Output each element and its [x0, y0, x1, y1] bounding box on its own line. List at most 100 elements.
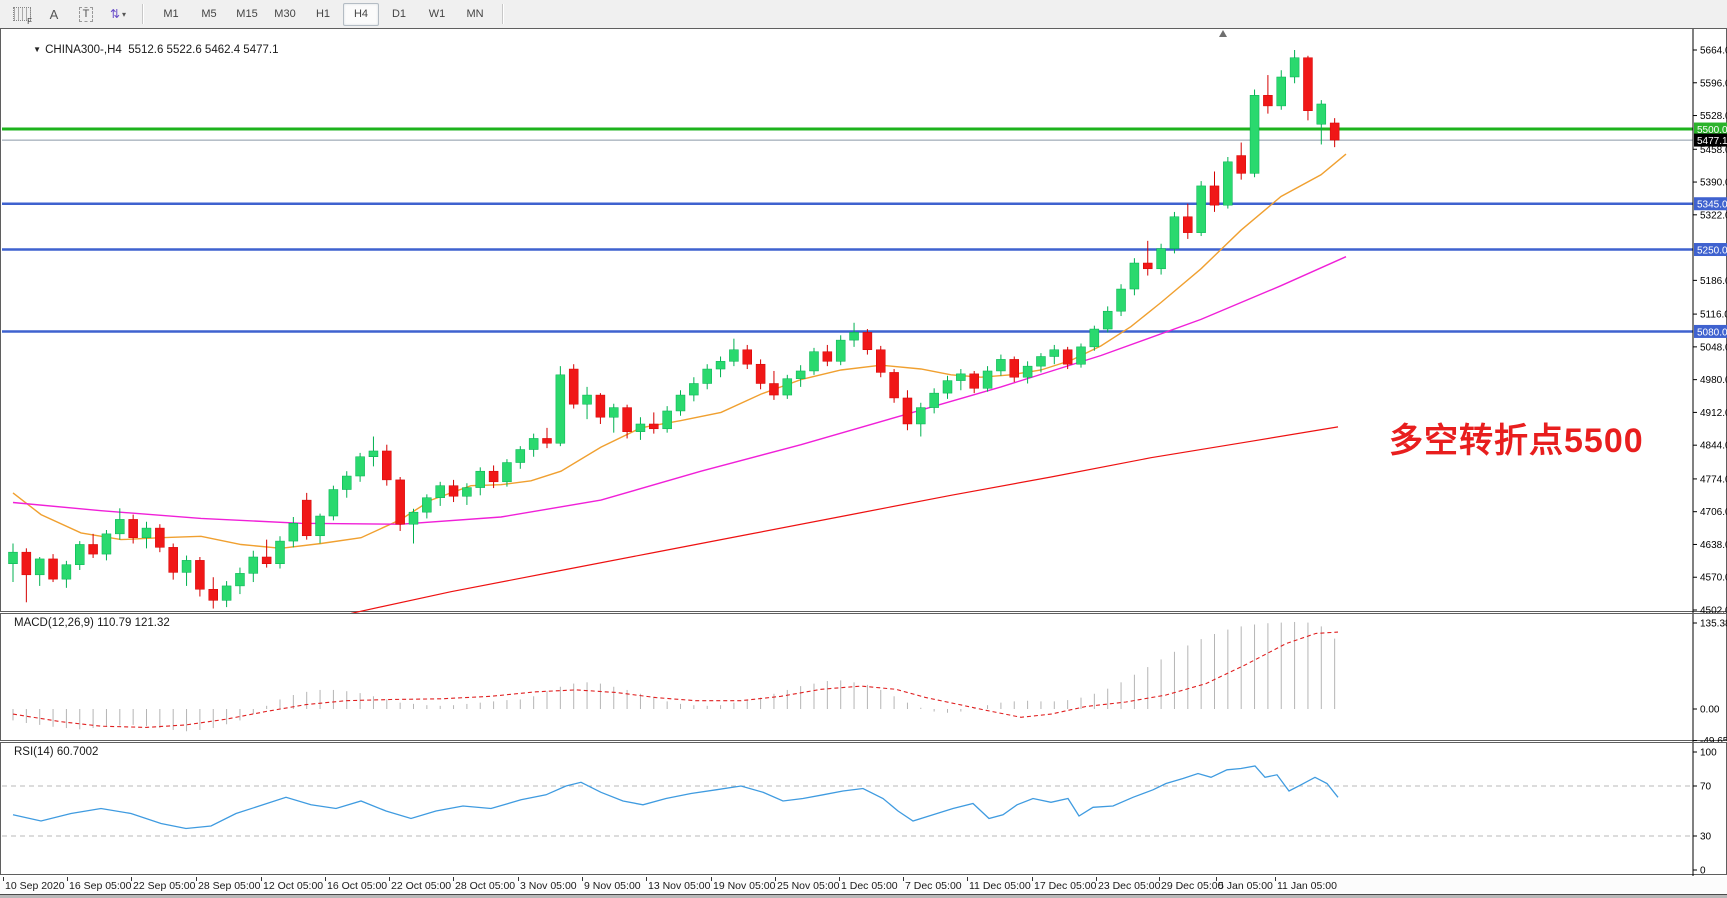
timeframe-button-m1[interactable]: M1 — [153, 3, 189, 26]
candle-body — [850, 332, 859, 340]
chevron-down-icon: ▾ — [122, 10, 126, 19]
macd-chart: 135.380.00-49.65 — [1, 614, 1727, 742]
candle-body — [716, 361, 725, 369]
date-tick — [1216, 877, 1217, 881]
timeframe-button-m5[interactable]: M5 — [191, 3, 227, 26]
candle-body — [623, 408, 632, 432]
candle-body — [22, 552, 31, 575]
candle-body — [422, 498, 431, 512]
date-label: 3 Nov 05:00 — [520, 880, 577, 892]
price-badge-label: 5250.0 — [1697, 246, 1727, 257]
candle-body — [409, 512, 418, 524]
timeframe-button-w1[interactable]: W1 — [419, 3, 455, 26]
main-chart-panel[interactable]: ▼ CHINA300-,H4 5512.6 5522.6 5462.4 5477.… — [0, 28, 1727, 612]
date-tick — [1159, 877, 1160, 881]
ohlc-values: 5512.6 5522.6 5462.4 5477.1 — [128, 44, 278, 56]
mt4-terminal: F A T ⇅ ▾ M1M5M15M30H1H4D1W1MN ▼ CHINA300… — [0, 0, 1727, 898]
date-label: 1 Dec 05:00 — [841, 880, 898, 892]
drawing-tools-group: F A T ⇅ ▾ — [0, 0, 140, 28]
candlestick-chart[interactable]: 5664.05596.05528.05458.05390.05322.05186… — [1, 29, 1727, 613]
price-badge-label: 5080.0 — [1697, 327, 1727, 338]
toolbar: F A T ⇅ ▾ M1M5M15M30H1H4D1W1MN — [0, 0, 1727, 29]
candle-body — [1197, 186, 1206, 233]
price-tick-label: 5116.0 — [1700, 310, 1727, 321]
candle-body — [502, 463, 511, 482]
candle-body — [903, 398, 912, 424]
macd-panel[interactable]: MACD(12,26,9) 110.79 121.32 135.380.00-4… — [0, 613, 1727, 741]
macd-signal-line — [13, 632, 1338, 727]
candle-body — [636, 424, 645, 432]
ma-fast-orange — [13, 154, 1346, 548]
chart-shift-marker-icon[interactable] — [1219, 30, 1227, 37]
candle-body — [596, 395, 605, 417]
candle-body — [836, 340, 845, 361]
indicators-grid-icon[interactable]: F — [8, 2, 36, 26]
candle-body — [302, 500, 311, 536]
candle-body — [342, 476, 351, 489]
candle-body — [609, 408, 618, 418]
bottom-window-edge — [0, 894, 1727, 898]
price-tick-label: 4912.0 — [1700, 408, 1727, 419]
candle-body — [1103, 311, 1112, 329]
candle-body — [756, 364, 765, 383]
date-tick — [518, 877, 519, 881]
candle-body — [436, 486, 445, 498]
candle-body — [769, 383, 778, 395]
candle-body — [983, 371, 992, 388]
date-axis[interactable]: 10 Sep 202016 Sep 05:0022 Sep 05:0028 Se… — [0, 877, 1727, 894]
candle-body — [1183, 217, 1192, 233]
timeframe-button-m15[interactable]: M15 — [229, 3, 265, 26]
timeframe-button-mn[interactable]: MN — [457, 3, 493, 26]
candle-body — [583, 395, 592, 404]
rsi-line — [13, 766, 1338, 829]
candle-body — [1263, 95, 1272, 106]
text-label-icon[interactable]: A — [40, 2, 68, 26]
candle-body — [489, 471, 498, 482]
date-tick — [1032, 877, 1033, 881]
candle-body — [262, 557, 271, 564]
candle-body — [1117, 289, 1126, 311]
candle-body — [1290, 58, 1299, 77]
symbol-label: CHINA300-,H4 — [45, 44, 122, 56]
candle-body — [102, 534, 111, 554]
price-badge-label: 5477.1 — [1697, 136, 1727, 147]
timeframe-button-h4[interactable]: H4 — [343, 3, 379, 26]
date-label: 22 Sep 05:00 — [133, 880, 195, 892]
price-tick-label: 5664.0 — [1700, 46, 1727, 57]
price-tick-label: 5186.0 — [1700, 276, 1727, 287]
date-tick — [903, 877, 904, 881]
candle-body — [142, 528, 151, 538]
candle-body — [222, 586, 231, 600]
candle-body — [796, 371, 805, 379]
date-label: 16 Sep 05:00 — [69, 880, 131, 892]
date-tick — [67, 877, 68, 881]
date-tick — [325, 877, 326, 881]
timeframe-button-m30[interactable]: M30 — [267, 3, 303, 26]
price-tick-label: 4706.0 — [1700, 507, 1727, 518]
date-tick — [453, 877, 454, 881]
arrows-tool-icon[interactable]: ⇅ ▾ — [104, 2, 132, 26]
price-tick-label: 5390.0 — [1700, 178, 1727, 189]
candle-body — [729, 350, 738, 362]
timeframe-button-d1[interactable]: D1 — [381, 3, 417, 26]
date-label: 12 Oct 05:00 — [263, 880, 323, 892]
date-label: 9 Nov 05:00 — [584, 880, 641, 892]
candle-body — [89, 544, 98, 554]
candle-body — [1317, 104, 1326, 124]
text-box-icon[interactable]: T — [72, 2, 100, 26]
candle-body — [930, 393, 939, 407]
price-tick-label: 5322.0 — [1700, 210, 1727, 221]
price-tick-label: 4980.0 — [1700, 375, 1727, 386]
rsi-panel[interactable]: RSI(14) 60.7002 10070300 — [0, 742, 1727, 875]
date-label: 10 Sep 2020 — [5, 880, 65, 892]
candle-body — [1077, 347, 1086, 364]
chevron-down-icon[interactable]: ▼ — [33, 45, 41, 54]
candle-body — [529, 438, 538, 449]
candle-body — [783, 379, 792, 395]
arrows-icon: ⇅ — [110, 7, 120, 21]
date-label: 13 Nov 05:00 — [648, 880, 710, 892]
candle-body — [956, 374, 965, 381]
candle-body — [943, 381, 952, 394]
timeframe-button-h1[interactable]: H1 — [305, 3, 341, 26]
date-label: 17 Dec 05:00 — [1034, 880, 1096, 892]
